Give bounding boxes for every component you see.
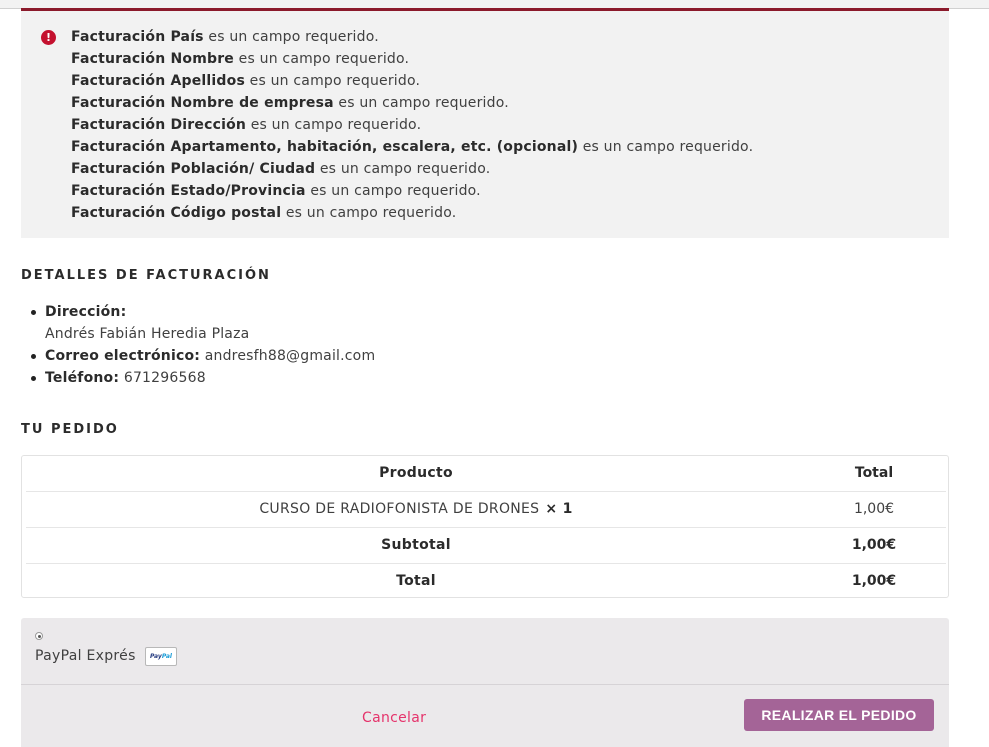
paypal-icon: PayPal bbox=[145, 647, 177, 666]
error-item: Facturación Nombre de empresa es un camp… bbox=[71, 95, 509, 111]
error-item: Facturación Estado/Provincia es un campo… bbox=[71, 183, 481, 199]
payment-section: PayPal Exprés PayPal Cancelar REALIZAR E… bbox=[21, 618, 949, 747]
error-item: Facturación Población/ Ciudad es un camp… bbox=[71, 161, 491, 177]
table-row: CURSO DE RADIOFONISTA DE DRONES × 1 1,00€ bbox=[26, 492, 946, 528]
address-value: Andrés Fabián Heredia Plaza bbox=[45, 326, 250, 342]
error-item: Facturación Apartamento, habitación, esc… bbox=[71, 139, 754, 155]
address-item: Dirección: bbox=[30, 301, 375, 323]
product-total: 1,00€ bbox=[853, 501, 895, 517]
paypal-radio[interactable] bbox=[35, 632, 43, 640]
error-notice: ! Facturación País es un campo requerido… bbox=[21, 11, 949, 238]
email-item: Correo electrónico: andresfh88@gmail.com bbox=[30, 345, 376, 367]
email-value: andresfh88@gmail.com bbox=[204, 348, 376, 364]
total-row: Total 1,00€ bbox=[26, 564, 946, 600]
error-item: Facturación Apellidos es un campo requer… bbox=[71, 73, 421, 89]
divider bbox=[21, 684, 949, 685]
error-item: Facturación Nombre es un campo requerido… bbox=[71, 51, 410, 67]
header-total: Total bbox=[854, 465, 894, 481]
subtotal-value: 1,00€ bbox=[851, 537, 897, 553]
total-value: 1,00€ bbox=[851, 573, 897, 589]
phone-item: Teléfono: 671296568 bbox=[30, 367, 375, 389]
product-name: CURSO DE RADIOFONISTA DE DRONES bbox=[259, 501, 540, 517]
header-product: Producto bbox=[379, 465, 453, 481]
product-cell: CURSO DE RADIOFONISTA DE DRONES × 1 bbox=[26, 501, 806, 517]
place-order-button[interactable]: REALIZAR EL PEDIDO bbox=[744, 699, 934, 731]
exclamation-circle-icon: ! bbox=[41, 30, 56, 45]
error-item: Facturación País es un campo requerido. bbox=[71, 29, 379, 45]
subtotal-label: Subtotal bbox=[381, 537, 451, 553]
billing-details-list: Dirección: Andrés Fabián Heredia Plaza C… bbox=[30, 301, 376, 389]
total-label: Total bbox=[396, 573, 436, 589]
table-header-row: Producto Total bbox=[26, 456, 946, 492]
error-item: Facturación Código postal es un campo re… bbox=[71, 205, 457, 221]
product-quantity: × 1 bbox=[545, 501, 573, 517]
error-item: Facturación Dirección es un campo requer… bbox=[71, 117, 422, 133]
error-list: Facturación País es un campo requerido. … bbox=[71, 26, 753, 224]
subtotal-row: Subtotal 1,00€ bbox=[26, 528, 946, 564]
billing-details-title: DETALLES DE FACTURACIÓN bbox=[21, 268, 271, 283]
cancel-link[interactable]: Cancelar bbox=[362, 710, 426, 726]
payment-method-label[interactable]: PayPal Exprés bbox=[35, 648, 136, 664]
order-table: Producto Total CURSO DE RADIOFONISTA DE … bbox=[21, 455, 949, 598]
phone-value: 671296568 bbox=[123, 370, 206, 386]
order-title: TU PEDIDO bbox=[21, 422, 119, 437]
